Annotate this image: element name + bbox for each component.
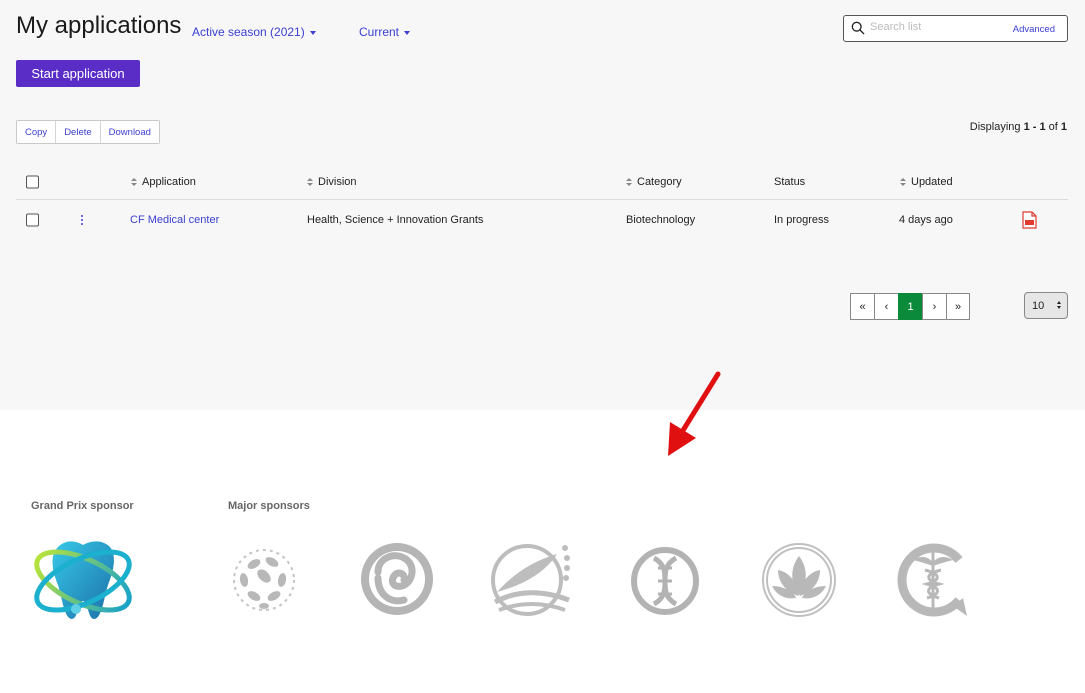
pdf-download-icon[interactable] <box>1022 211 1037 229</box>
dna-sponsor-logo[interactable] <box>628 544 702 618</box>
displaying-range: 1 - 1 <box>1023 121 1046 133</box>
displaying-total: 1 <box>1060 121 1067 133</box>
next-page-button[interactable]: › <box>922 293 946 320</box>
caret-down-icon <box>309 31 316 35</box>
prev-page-button[interactable]: ‹ <box>874 293 898 320</box>
page-title: My applications <box>16 12 182 39</box>
row-menu-icon[interactable] <box>81 215 83 225</box>
season-filter-label: Active season (2021) <box>192 25 305 39</box>
pagination: « ‹ 1 › » <box>850 293 970 320</box>
start-application-button[interactable]: Start application <box>16 60 140 87</box>
column-label: Division <box>318 176 357 188</box>
season-filter-dropdown[interactable]: Active season (2021) <box>192 25 316 39</box>
search-icon <box>851 21 865 35</box>
page-size-value: 10 <box>1032 299 1045 312</box>
bulk-actions-group: Copy Delete Download <box>16 120 160 144</box>
tooth-sponsor-logo[interactable] <box>28 535 138 625</box>
page-button-current[interactable]: 1 <box>898 293 922 320</box>
caduceus-sponsor-logo[interactable] <box>893 540 973 620</box>
column-header-division[interactable]: Division <box>307 176 357 188</box>
displaying-count: Displaying 1 - 1 of 1 <box>970 121 1067 133</box>
page-size-select[interactable]: 10 <box>1024 292 1068 319</box>
download-button[interactable]: Download <box>100 121 159 143</box>
search-input[interactable] <box>870 21 1010 33</box>
displaying-of: of <box>1045 121 1061 133</box>
category-cell: Biotechnology <box>626 214 696 226</box>
delete-button[interactable]: Delete <box>56 121 101 143</box>
column-label: Category <box>637 176 682 188</box>
column-label: Updated <box>911 176 953 188</box>
leaf-cluster-sponsor-logo[interactable] <box>226 542 302 618</box>
sort-icon <box>307 178 313 186</box>
updated-cell: 4 days ago <box>899 214 953 226</box>
displaying-prefix: Displaying <box>969 121 1024 133</box>
sort-icon <box>900 178 906 186</box>
table-header: Application Division Category Status Upd… <box>16 165 1068 200</box>
division-cell: Health, Science + Innovation Grants <box>307 214 484 226</box>
column-label: Status <box>774 176 806 188</box>
status-cell: In progress <box>774 214 830 226</box>
lotus-sponsor-logo[interactable] <box>758 540 840 620</box>
search-box: Advanced <box>843 15 1068 42</box>
first-page-button[interactable]: « <box>850 293 874 320</box>
select-all-checkbox[interactable] <box>26 175 39 189</box>
sort-icon <box>131 178 137 186</box>
column-label: Application <box>142 176 196 188</box>
column-header-category[interactable]: Category <box>626 176 682 188</box>
major-sponsors-label: Major sponsors <box>228 500 310 512</box>
sort-icon <box>626 178 632 186</box>
grand-prix-sponsor-label: Grand Prix sponsor <box>31 500 134 512</box>
copy-button[interactable]: Copy <box>17 121 57 143</box>
status-filter-dropdown[interactable]: Current <box>359 25 411 39</box>
column-header-application[interactable]: Application <box>131 176 196 188</box>
status-filter-label: Current <box>359 25 400 39</box>
application-link[interactable]: CF Medical center <box>130 214 219 226</box>
caret-down-icon <box>404 31 411 35</box>
embryo-sponsor-logo[interactable] <box>356 538 438 620</box>
select-arrows-icon <box>1057 301 1061 309</box>
advanced-search-link[interactable]: Advanced <box>1013 24 1055 35</box>
applications-table: Application Division Category Status Upd… <box>16 165 1068 240</box>
column-header-updated[interactable]: Updated <box>900 176 953 188</box>
wave-sponsor-logo[interactable] <box>487 540 577 620</box>
row-checkbox[interactable] <box>26 213 39 227</box>
table-row: CF Medical center Health, Science + Inno… <box>16 200 1068 240</box>
annotation-arrow-icon <box>668 371 721 456</box>
column-header-status: Status <box>774 176 805 188</box>
last-page-button[interactable]: » <box>946 293 970 320</box>
